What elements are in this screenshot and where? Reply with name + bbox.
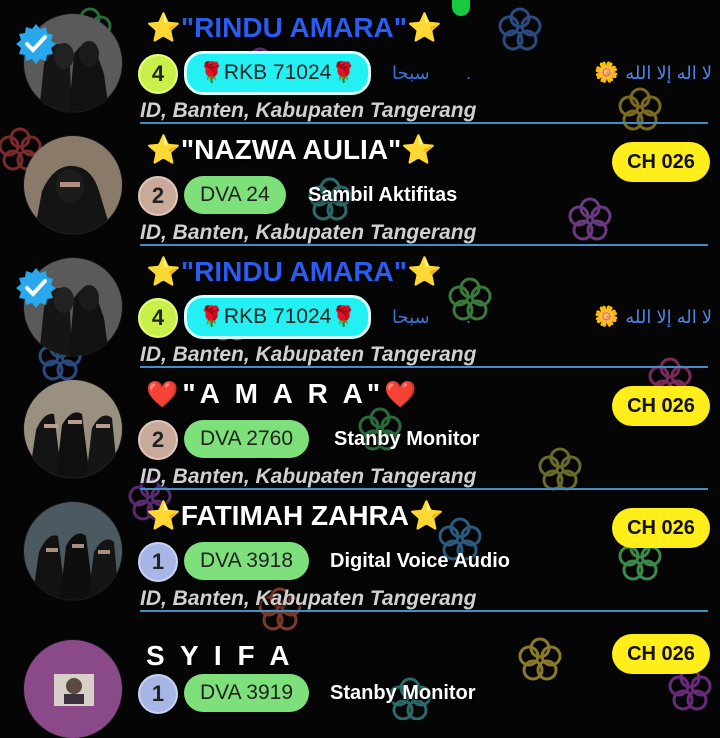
id-badge-text: RKB 71024 — [223, 305, 332, 328]
star-icon: ⭐ — [401, 134, 437, 165]
rose-icon: 🌹 — [331, 62, 357, 84]
channel-badge[interactable]: CH 026 — [612, 142, 710, 182]
user-name: ⭐"RINDU AMARA"⭐ — [146, 252, 442, 292]
level-badge: 2 — [138, 420, 178, 460]
user-name: ⭐FATIMAH ZAHRA⭐ — [146, 496, 444, 536]
id-badge[interactable]: DVA 3919 — [184, 674, 310, 712]
star-icon: ⭐ — [146, 134, 181, 165]
status-text: Stanby Monitor — [334, 428, 480, 450]
status-text: Digital Voice Audio — [330, 550, 511, 572]
list-item[interactable]: ⭐"RINDU AMARA"⭐ 4 🌹RKB 71024🌹 سبحا . 🌼 لا… — [0, 0, 720, 124]
user-name-text: "RINDU AMARA" — [180, 256, 408, 287]
star-icon: ⭐ — [146, 256, 181, 287]
rose-icon: 🌹 — [199, 306, 224, 328]
arabic-marquee: 🌼 لا اله إلا الله — [594, 298, 712, 336]
user-name-text: "NAZWA AULIA" — [180, 134, 402, 165]
star-icon: ⭐ — [409, 500, 444, 531]
avatar — [24, 380, 122, 478]
avatar — [24, 136, 122, 234]
list-item[interactable]: S Y I F A CH 026 1 DVA 3919 Stanby Monit… — [0, 610, 720, 738]
user-name-text: "RINDU AMARA" — [180, 12, 408, 43]
level-badge: 4 — [138, 298, 178, 338]
star-icon: ⭐ — [146, 500, 181, 531]
dot-text: . — [466, 307, 472, 327]
arabic-marquee: 🌼 لا اله إلا الله — [594, 54, 712, 92]
star-icon: ⭐ — [407, 12, 442, 43]
user-name: ⭐"RINDU AMARA"⭐ — [146, 8, 442, 48]
id-badge[interactable]: DVA 24 — [184, 176, 286, 214]
star-icon: ⭐ — [407, 256, 442, 287]
id-badge[interactable]: 🌹RKB 71024🌹 — [184, 295, 372, 339]
arabic-text: سبحا — [392, 307, 430, 327]
arabic-marquee-text: لا اله إلا الله — [625, 307, 712, 327]
list-item[interactable]: ⭐FATIMAH ZAHRA⭐ CH 026 1 DVA 3918 Digita… — [0, 488, 720, 612]
arabic-marquee-text: لا اله إلا الله — [625, 63, 712, 83]
heart-icon: ❤️ — [146, 379, 183, 409]
verified-badge-icon — [16, 268, 56, 308]
user-name: S Y I F A — [146, 636, 294, 676]
list-item[interactable]: ❤️"A M A R A"❤️ CH 026 2 DVA 2760 Stanby… — [0, 366, 720, 490]
avatar — [24, 502, 122, 600]
flower-icon: 🌼 — [594, 306, 620, 328]
id-badge[interactable]: 🌹RKB 71024🌹 — [184, 51, 372, 95]
star-icon: ⭐ — [146, 12, 181, 43]
status-text: Sambil Aktifitas — [308, 184, 458, 206]
arabic-text: سبحا — [392, 63, 430, 83]
user-name-text: S Y I F A — [146, 640, 294, 671]
avatar — [24, 640, 122, 738]
flower-icon: 🌼 — [594, 62, 620, 84]
dot-text: . — [466, 63, 472, 83]
heart-icon: ❤️ — [384, 379, 421, 409]
user-name: ❤️"A M A R A"❤️ — [146, 374, 420, 414]
channel-badge[interactable]: CH 026 — [612, 508, 710, 548]
level-badge: 2 — [138, 176, 178, 216]
user-name-text: FATIMAH ZAHRA — [180, 500, 409, 531]
channel-badge[interactable]: CH 026 — [612, 386, 710, 426]
level-badge: 1 — [138, 542, 178, 582]
rose-icon: 🌹 — [199, 62, 224, 84]
id-badge[interactable]: DVA 2760 — [184, 420, 310, 458]
verified-badge-icon — [16, 24, 56, 64]
rose-icon: 🌹 — [331, 306, 357, 328]
channel-badge[interactable]: CH 026 — [612, 634, 710, 674]
id-badge-text: RKB 71024 — [223, 61, 332, 84]
id-badge[interactable]: DVA 3918 — [184, 542, 310, 580]
user-name-text: "A M A R A" — [182, 378, 385, 409]
user-list: ⭐"RINDU AMARA"⭐ 4 🌹RKB 71024🌹 سبحا . 🌼 لا… — [0, 0, 720, 738]
list-item[interactable]: ⭐"NAZWA AULIA"⭐ CH 026 2 DVA 24 Sambil A… — [0, 122, 720, 246]
list-item[interactable]: ⭐"RINDU AMARA"⭐ 4 🌹RKB 71024🌹 سبحا . 🌼 لا… — [0, 244, 720, 368]
level-badge: 1 — [138, 674, 178, 714]
user-name: ⭐"NAZWA AULIA"⭐ — [146, 130, 436, 170]
status-text: Stanby Monitor — [330, 682, 476, 704]
level-badge: 4 — [138, 54, 178, 94]
